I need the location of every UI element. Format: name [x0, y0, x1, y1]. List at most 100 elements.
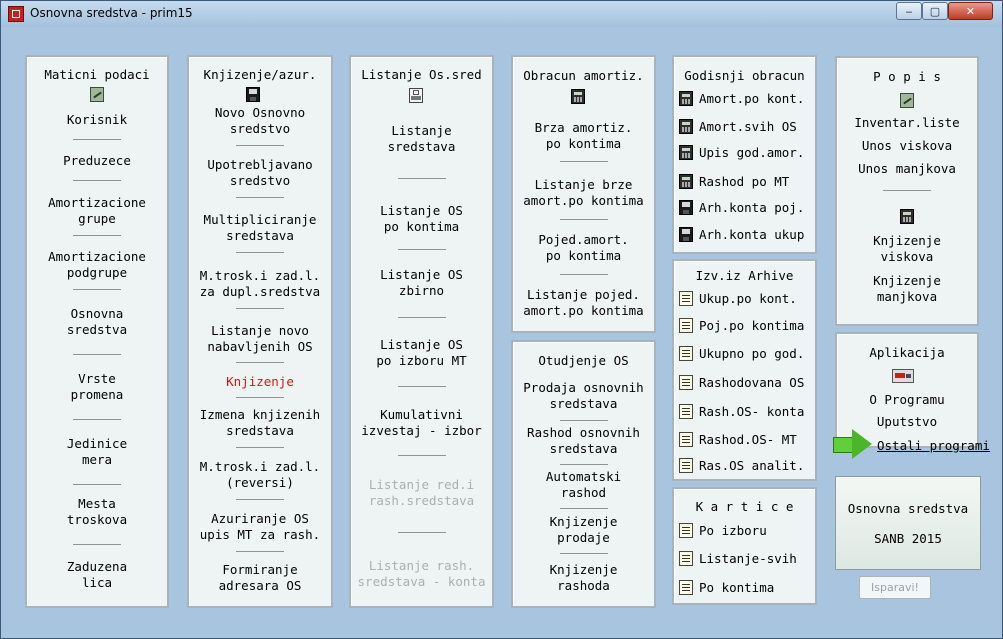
pencil-icon: [90, 87, 104, 102]
separator: [73, 544, 121, 545]
menu-listanje-pojed-amort[interactable]: Listanje pojed. amort.po kontima: [513, 287, 654, 319]
menu-listanje-sredstava[interactable]: Listanje sredstava: [351, 123, 492, 155]
menu-knjizenje-manjkova[interactable]: Knjizenje manjkova: [837, 273, 977, 305]
panel-title: Godisnji obracun: [684, 68, 805, 83]
menu-zaduzena-lica[interactable]: Zaduzena lica: [27, 559, 167, 591]
menu-mtrosk-dupl[interactable]: M.trosk.i zad.l. za dupl.sredstva: [189, 268, 331, 300]
menu-listanje-red-rash[interactable]: Listanje red.i rash.sredstava: [351, 477, 492, 509]
isparavi-button[interactable]: Isparavi!: [859, 576, 931, 599]
menu-formiranje-adresara[interactable]: Formiranje adresara OS: [189, 562, 331, 594]
menu-listanje-os-po-izboru-mt[interactable]: Listanje OS po izboru MT: [351, 337, 492, 369]
separator: [559, 553, 608, 554]
card-icon: [679, 403, 693, 419]
menu-amort-po-kont[interactable]: Amort.po kont.: [679, 90, 804, 106]
app-icon: [8, 6, 24, 22]
separator: [236, 197, 284, 198]
menu-korisnik[interactable]: Korisnik: [27, 112, 167, 128]
menu-rash-os-konta[interactable]: Rash.OS- konta: [679, 403, 804, 419]
floppy-icon: [679, 226, 693, 242]
card-icon: [679, 374, 693, 390]
panel-title: Listanje Os.sred: [361, 67, 482, 82]
separator: [559, 219, 608, 220]
menu-inventar-liste[interactable]: Inventar.liste: [837, 115, 977, 131]
menu-upis-god-amor[interactable]: Upis god.amor.: [679, 144, 804, 160]
menu-rashod-os-mt[interactable]: Rashod.OS- MT: [679, 431, 797, 447]
menu-listanje-os-zbirno[interactable]: Listanje OS zbirno: [351, 267, 492, 299]
menu-novo-osnovno-sredstvo[interactable]: Novo Osnovno sredstvo: [189, 105, 331, 137]
panel-izv-iz-arhive: Izv.iz Arhive Ukup.po kont. Poj.po konti…: [672, 259, 817, 481]
menu-vrste-promena[interactable]: Vrste promena: [27, 371, 167, 403]
menu-poj-po-kontima[interactable]: Poj.po kontima: [679, 317, 804, 333]
card-icon: [679, 431, 693, 447]
panel-obracun-amortiz: Obracun amortiz. Brza amortiz. po kontim…: [511, 55, 656, 333]
menu-upotrebljavano-sredstvo[interactable]: Upotrebljavano sredstvo: [189, 157, 331, 189]
green-arrow-icon[interactable]: [833, 429, 873, 459]
calculator-icon: [679, 118, 693, 134]
separator: [236, 308, 284, 309]
menu-listanje-rash-konta[interactable]: Listanje rash. sredstava - konta: [351, 558, 492, 590]
menu-ras-os-analit[interactable]: Ras.OS analit.: [679, 457, 804, 473]
menu-unos-manjkova[interactable]: Unos manjkova: [837, 161, 977, 177]
arrow-body: [833, 437, 854, 453]
menu-automatski-rashod[interactable]: Automatski rashod: [513, 469, 654, 501]
menu-o-programu[interactable]: O Programu: [837, 392, 977, 408]
menu-amortizacione-grupe[interactable]: Amortizacione grupe: [27, 195, 167, 227]
menu-arh-konta-poj[interactable]: Arh.konta poj.: [679, 199, 804, 215]
separator: [559, 464, 608, 465]
menu-po-izboru[interactable]: Po izboru: [679, 522, 767, 538]
panel-title: Izv.iz Arhive: [695, 268, 794, 283]
menu-brza-amortiz[interactable]: Brza amortiz. po kontima: [513, 120, 654, 152]
menu-azuriranje-os[interactable]: Azuriranje OS upis MT za rash.: [189, 511, 331, 543]
menu-rashod-po-mt[interactable]: Rashod po MT: [679, 173, 789, 189]
menu-izmena-knjizenih[interactable]: Izmena knjizenih sredstava: [189, 407, 331, 439]
menu-rashod-osnovnih[interactable]: Rashod osnovnih sredstava: [513, 425, 654, 457]
menu-knjizenje-viskova[interactable]: Knjizenje viskova: [837, 233, 977, 265]
menu-kumulativni-izvestaj[interactable]: Kumulativni izvestaj - izbor: [351, 407, 492, 439]
menu-unos-viskova[interactable]: Unos viskova: [837, 138, 977, 154]
menu-mtrosk-reversi[interactable]: M.trosk.i zad.l. (reversi): [189, 459, 331, 491]
separator: [397, 386, 446, 387]
calculator-icon: [679, 173, 693, 189]
panel-otudjenje-os: Otudjenje OS Prodaja osnovnih sredstava …: [511, 340, 656, 608]
menu-rashodovana-os[interactable]: Rashodovana OS: [679, 374, 804, 390]
info-box: Osnovna sredstva SANB 2015: [835, 476, 981, 570]
menu-mesta-troskova[interactable]: Mesta troskova: [27, 496, 167, 528]
menu-prodaja-osnovnih[interactable]: Prodaja osnovnih sredstava: [513, 380, 654, 412]
minimize-button[interactable]: ‒: [896, 2, 922, 20]
menu-knjizenje[interactable]: Knjizenje: [189, 374, 331, 390]
panel-title: Otudjenje OS: [538, 353, 629, 368]
separator: [559, 161, 608, 162]
menu-ukup-po-kont[interactable]: Ukup.po kont.: [679, 290, 797, 306]
menu-amort-svih-os[interactable]: Amort.svih OS: [679, 118, 797, 134]
menu-pojed-amort[interactable]: Pojed.amort. po kontima: [513, 232, 654, 264]
panel-title: Obracun amortiz.: [523, 68, 644, 83]
maximize-button[interactable]: ▢: [922, 2, 948, 20]
truck-icon: [892, 369, 914, 383]
panel-title: Maticni podaci: [44, 67, 150, 82]
menu-listanje-svih[interactable]: Listanje-svih: [679, 550, 797, 566]
menu-ukupno-po-god[interactable]: Ukupno po god.: [679, 345, 804, 361]
card-icon: [679, 550, 693, 566]
menu-osnovna-sredstva[interactable]: Osnovna sredstva: [27, 306, 167, 338]
calculator-icon: [679, 90, 693, 106]
ostali-programi-link[interactable]: Ostali programi: [877, 438, 990, 453]
menu-po-kontima[interactable]: Po kontima: [679, 579, 774, 595]
menu-listanje-novo-nabavljenih[interactable]: Listanje novo nabavljenih OS: [189, 323, 331, 355]
separator: [73, 354, 121, 355]
menu-knjizenje-rashoda[interactable]: Knjizenje rashoda: [513, 562, 654, 594]
menu-listanje-os-po-kontima[interactable]: Listanje OS po kontima: [351, 203, 492, 235]
separator: [236, 397, 284, 398]
menu-preduzece[interactable]: Preduzece: [27, 153, 167, 169]
separator: [236, 447, 284, 448]
calculator-icon: [679, 144, 693, 160]
menu-amortizacione-podgrupe[interactable]: Amortizacione podgrupe: [27, 249, 167, 281]
menu-uputstvo[interactable]: Uputstvo: [837, 414, 977, 430]
close-button[interactable]: ✕: [948, 2, 993, 20]
menu-knjizenje-prodaje[interactable]: Knjizenje prodaje: [513, 514, 654, 546]
menu-multipliciranje-sredstava[interactable]: Multipliciranje sredstava: [189, 212, 331, 244]
separator: [73, 289, 121, 290]
title-bar[interactable]: Osnovna sredstva - prim15 ‒ ▢ ✕: [1, 1, 1002, 27]
menu-listanje-brze-amort[interactable]: Listanje brze amort.po kontima: [513, 177, 654, 209]
menu-jedinice-mera[interactable]: Jedinice mera: [27, 436, 167, 468]
menu-arh-konta-ukup[interactable]: Arh.konta ukup: [679, 226, 804, 242]
